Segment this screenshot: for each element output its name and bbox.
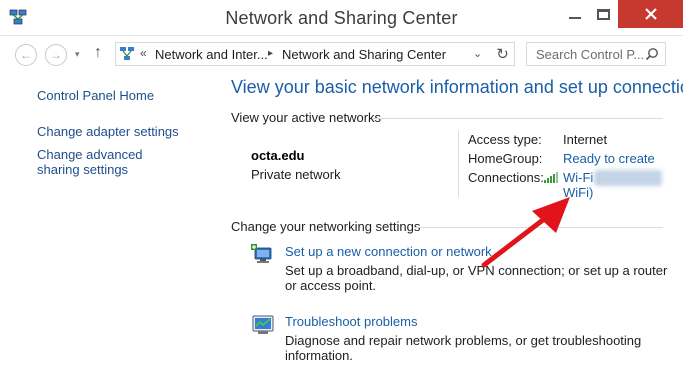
connections-label: Connections:	[468, 170, 544, 185]
search-icon[interactable]	[645, 47, 659, 61]
breadcrumb-chevron[interactable]: «	[140, 46, 147, 60]
network-name: octa.edu	[251, 148, 305, 163]
homegroup-link[interactable]: Ready to create	[563, 151, 655, 166]
title-bar: Network and Sharing Center	[0, 0, 683, 36]
forward-arrow-icon: →	[50, 48, 62, 62]
redacted-network-name	[594, 170, 662, 186]
maximize-button[interactable]	[586, 0, 620, 28]
close-button[interactable]	[618, 0, 683, 28]
breadcrumb-item-network-sharing[interactable]: Network and Sharing Center	[282, 47, 446, 62]
page-title: View your basic network information and …	[231, 77, 683, 97]
section-divider	[372, 118, 663, 119]
refresh-button[interactable]: ↻	[491, 42, 515, 66]
back-arrow-icon: ←	[20, 48, 32, 62]
control-panel-icon	[120, 47, 134, 60]
breadcrumb-item-network-internet[interactable]: Network and Inter...	[155, 47, 268, 62]
search-placeholder: Search Control P...	[536, 47, 645, 62]
up-arrow-icon: ↑	[94, 44, 102, 61]
breadcrumb-chevron[interactable]: ▸	[268, 48, 273, 59]
network-category-link[interactable]: Private network	[251, 167, 341, 182]
back-button[interactable]: ←	[15, 44, 37, 66]
minimize-icon	[569, 17, 581, 19]
new-connection-icon	[251, 244, 272, 263]
recent-locations-dropdown-icon[interactable]: ▾	[75, 49, 80, 60]
address-dropdown-icon[interactable]: ⌄	[473, 47, 482, 60]
troubleshoot-icon	[252, 315, 274, 334]
wifi-signal-icon	[544, 172, 558, 183]
close-icon	[644, 8, 657, 20]
breadcrumb[interactable]: « Network and Inter... ▸ Network and Sha…	[115, 42, 515, 66]
access-type-label: Access type:	[468, 132, 542, 147]
control-panel-home-link[interactable]: Control Panel Home	[37, 88, 197, 103]
vertical-divider	[458, 131, 459, 197]
troubleshoot-link[interactable]: Troubleshoot problems	[285, 314, 417, 329]
access-type-value: Internet	[563, 132, 608, 147]
setup-connection-link[interactable]: Set up a new connection or network	[285, 244, 492, 259]
change-advanced-sharing-link[interactable]: Change advanced sharing settings	[37, 147, 187, 177]
troubleshoot-description: Diagnose and repair network problems, or…	[285, 333, 642, 363]
active-networks-heading: View your active networks	[231, 110, 382, 125]
forward-button[interactable]: →	[45, 44, 67, 66]
search-input[interactable]: Search Control P...	[526, 42, 666, 66]
homegroup-label: HomeGroup:	[468, 151, 543, 166]
annotation-arrow-icon	[481, 197, 570, 268]
change-adapter-settings-link[interactable]: Change adapter settings	[37, 124, 197, 139]
change-settings-heading: Change your networking settings	[231, 219, 421, 234]
refresh-icon: ↻	[496, 46, 509, 63]
up-button[interactable]: ↑	[94, 44, 102, 62]
maximize-icon	[596, 8, 610, 20]
left-pane	[0, 72, 215, 392]
